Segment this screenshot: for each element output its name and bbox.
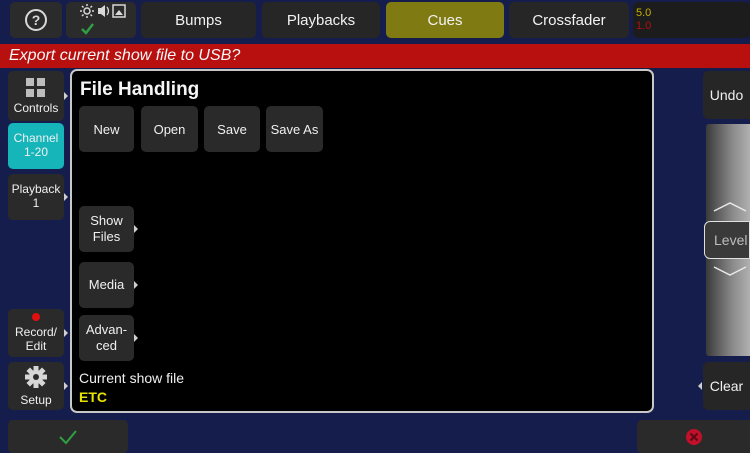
save-button[interactable]: Save (204, 106, 260, 152)
tab-playbacks-label: Playbacks (286, 11, 356, 29)
gear-icon (25, 366, 47, 388)
chevron-down-icon (713, 266, 747, 276)
media-label: Media (88, 277, 125, 292)
submenu-arrow-icon (698, 382, 702, 390)
image-icon (112, 4, 126, 18)
bottom-bar (0, 418, 750, 453)
tab-bumps-label: Bumps (175, 11, 222, 29)
sun-icon (80, 4, 94, 18)
cancel-icon (685, 428, 702, 445)
save-as-button-label: Save As (270, 121, 319, 137)
advanced-label: Advan- ced (85, 322, 128, 353)
media-button[interactable]: Media (79, 262, 138, 308)
crossfader-readout[interactable]: 5.0 1.0 (633, 2, 750, 38)
current-show-value: ETC (79, 389, 107, 405)
save-as-button[interactable]: Save As (266, 106, 323, 152)
tab-cues[interactable]: Cues (386, 2, 504, 38)
chevron-up-icon (713, 202, 747, 212)
undo-button[interactable]: Undo (703, 71, 750, 119)
status-icons[interactable] (66, 2, 136, 38)
submenu-arrow-icon (64, 382, 68, 390)
level-fader-handle[interactable]: Level (704, 221, 750, 259)
new-button-label: New (93, 121, 120, 137)
open-button[interactable]: Open (141, 106, 198, 152)
submenu-arrow-icon (64, 329, 68, 337)
current-show-label: Current show file (79, 370, 185, 386)
sidebar-item-channel[interactable]: Channel 1-20 (8, 123, 64, 169)
submenu-arrow-icon (64, 92, 68, 100)
sidebar-item-setup[interactable]: Setup (8, 362, 68, 410)
submenu-arrow-icon (134, 281, 138, 289)
crossfader-value-top: 5.0 (636, 7, 652, 19)
undo-label: Undo (709, 87, 744, 103)
show-files-label: Show Files (90, 213, 123, 244)
sidebar-item-label: Playback 1 (11, 182, 61, 210)
sidebar-item-label: Channel 1-20 (13, 131, 59, 159)
speaker-icon (98, 5, 110, 17)
clear-label: Clear (709, 378, 744, 394)
page-title: File Handling (80, 79, 200, 100)
cancel-button[interactable] (637, 420, 750, 453)
sidebar-item-record-edit[interactable]: Record/ Edit (8, 309, 68, 357)
submenu-arrow-icon (64, 193, 68, 201)
top-bar: ? Bumps Playbacks Cues Crossfader 5.0 1.… (0, 0, 750, 42)
record-dot-icon (32, 313, 40, 321)
save-button-label: Save (217, 121, 247, 137)
tab-bumps[interactable]: Bumps (141, 2, 256, 38)
check-icon (59, 429, 77, 444)
sidebar-item-label: Setup (20, 393, 52, 407)
level-label: Level (714, 232, 748, 248)
sidebar-item-label: Record/ Edit (14, 325, 58, 353)
sidebar-item-label: Controls (13, 101, 59, 115)
show-files-button[interactable]: Show Files (79, 206, 138, 252)
sidebar-item-playback[interactable]: Playback 1 (8, 174, 68, 220)
sidebar-item-controls[interactable]: Controls (8, 71, 68, 121)
submenu-arrow-icon (134, 334, 138, 342)
submenu-arrow-icon (134, 225, 138, 233)
tab-playbacks[interactable]: Playbacks (262, 2, 380, 38)
open-button-label: Open (153, 121, 186, 137)
clear-button[interactable]: Clear (698, 362, 750, 410)
file-handling-panel: File Handling New Open Save Save As Show… (70, 69, 654, 413)
tab-crossfader[interactable]: Crossfader (509, 2, 629, 38)
prompt-message-bar: Export current show file to USB? (0, 44, 750, 68)
new-button[interactable]: New (79, 106, 134, 152)
status-icons-svg (80, 4, 126, 35)
crossfader-value-bottom: 1.0 (636, 20, 652, 32)
help-icon: ? (25, 9, 47, 31)
tab-crossfader-label: Crossfader (532, 11, 606, 29)
confirm-button[interactable] (8, 420, 128, 453)
help-button[interactable]: ? (10, 2, 62, 38)
prompt-message: Export current show file to USB? (9, 47, 241, 64)
advanced-button[interactable]: Advan- ced (79, 315, 138, 361)
tab-cues-label: Cues (427, 11, 463, 29)
check-small-icon (81, 23, 94, 35)
